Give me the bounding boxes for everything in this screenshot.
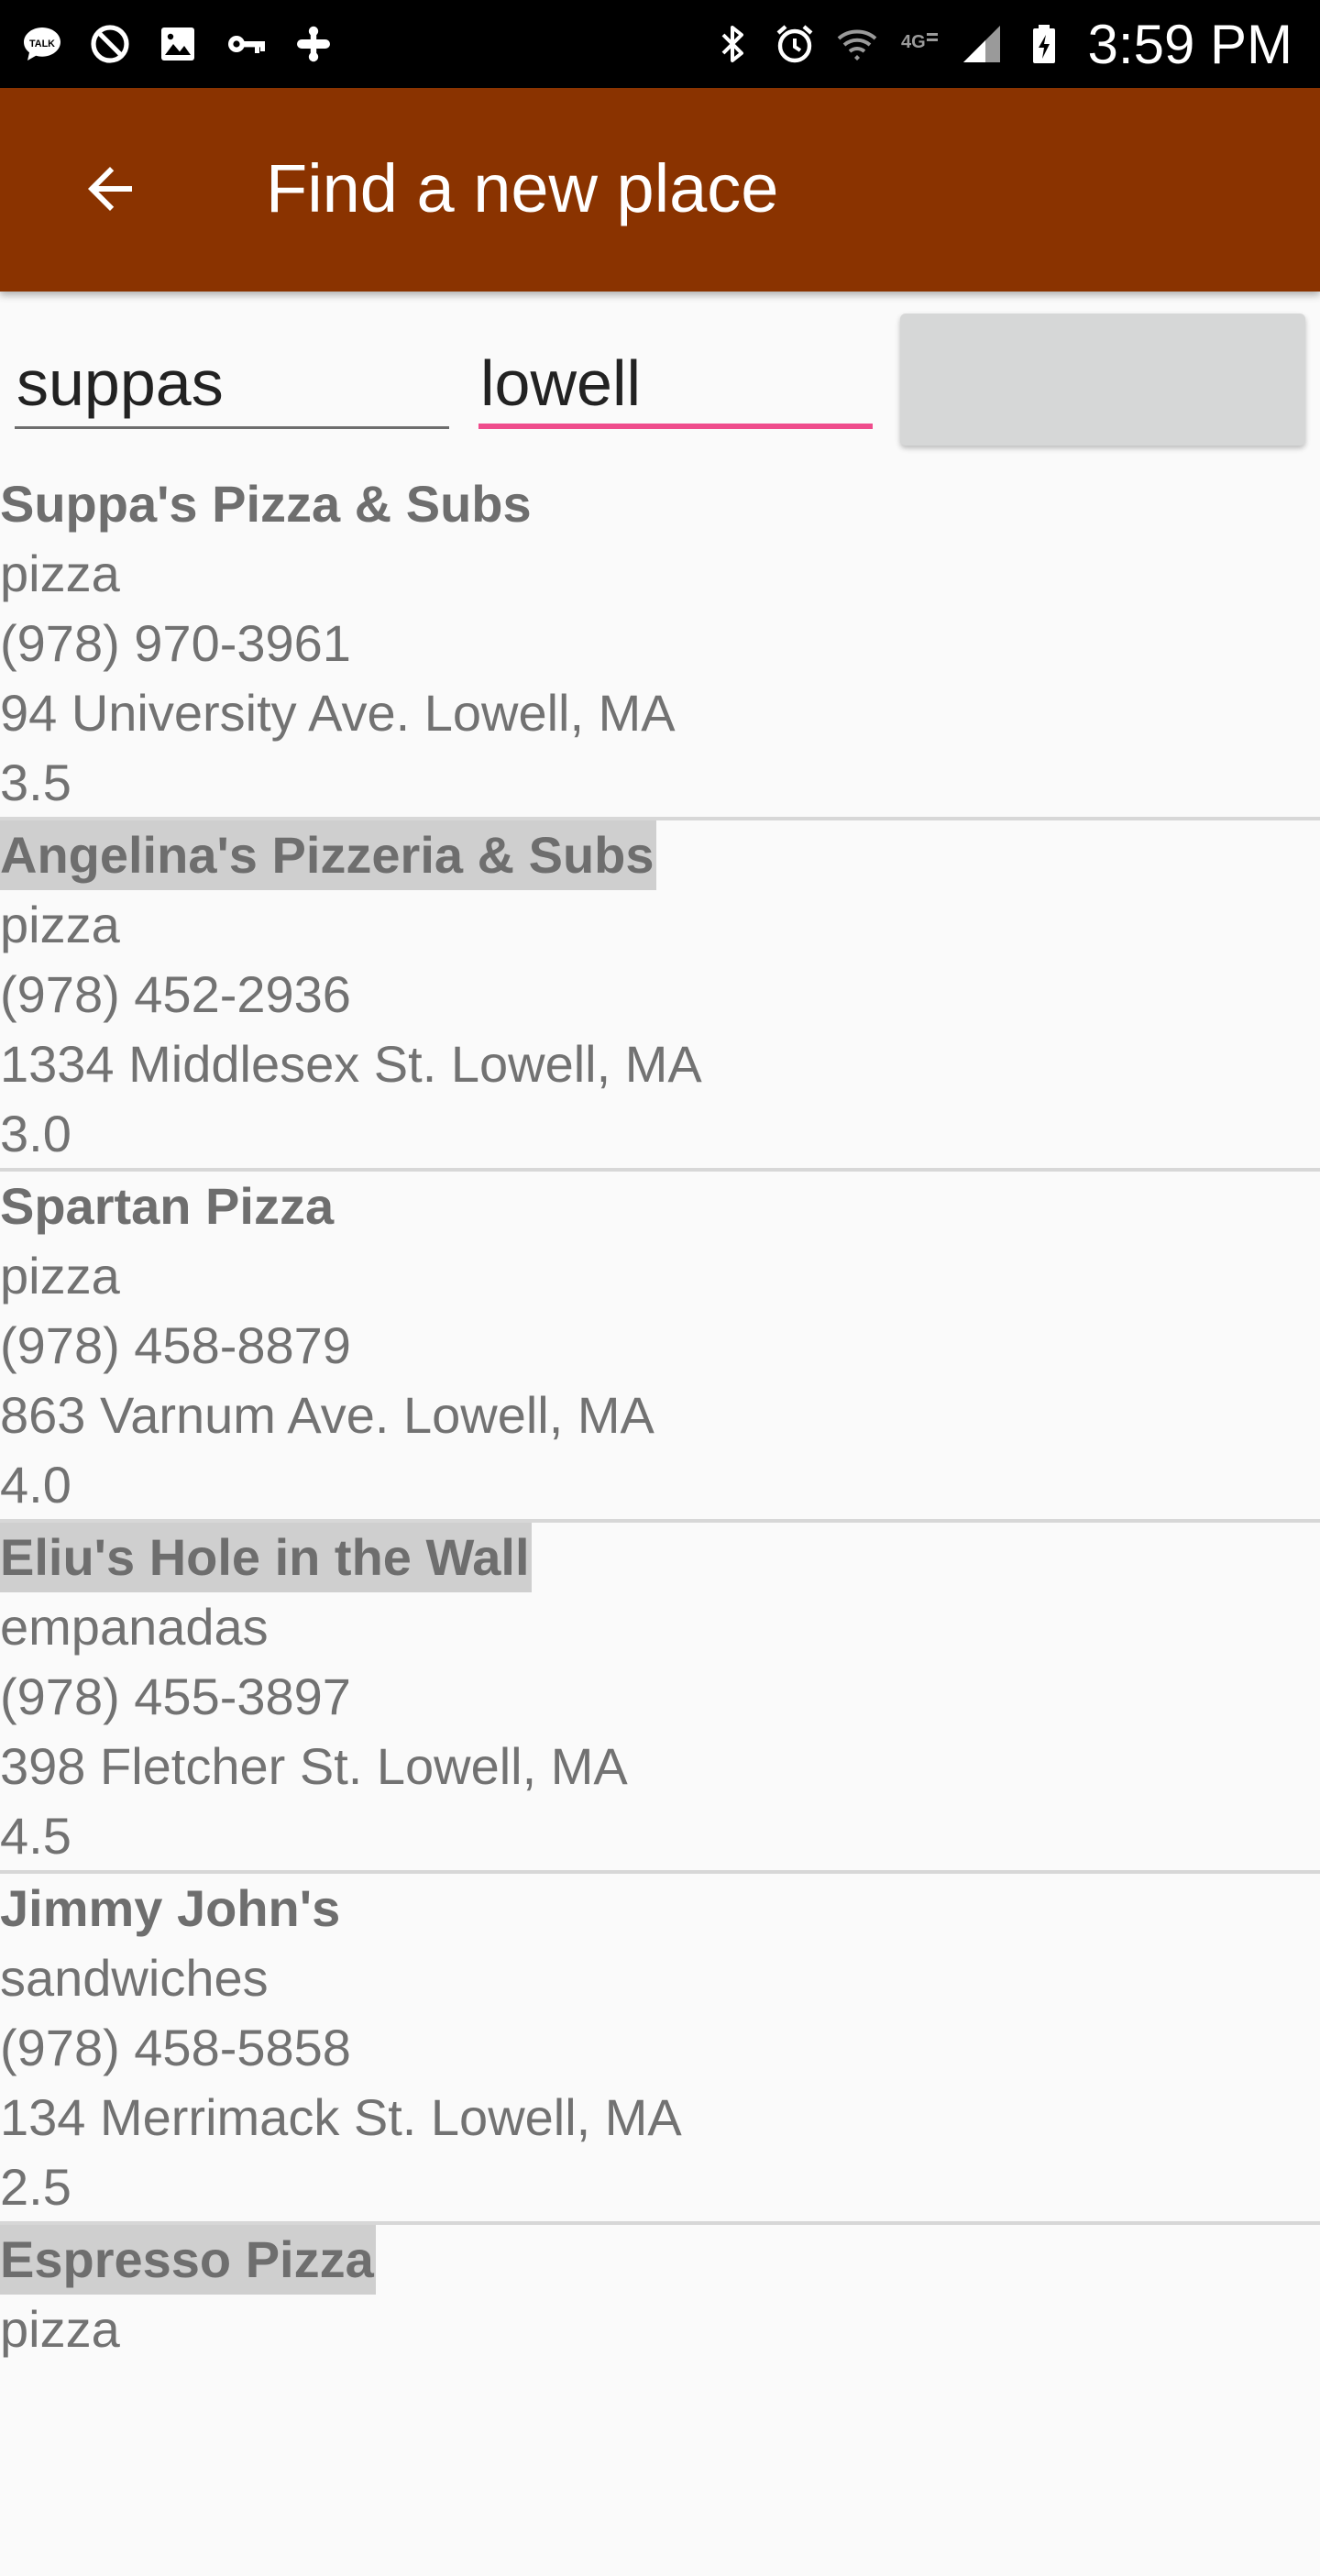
results-list: Suppa's Pizza & Subs pizza (978) 970-396… xyxy=(0,469,1320,2576)
place-phone: (978) 458-8879 xyxy=(0,1316,351,1374)
place-category: pizza xyxy=(0,2300,120,2358)
place-name: Spartan Pizza xyxy=(0,1177,335,1235)
wifi-icon xyxy=(833,20,881,68)
place-rating: 4.5 xyxy=(0,1807,72,1865)
block-icon xyxy=(86,20,134,68)
search-row: suppas lowell xyxy=(0,292,1320,466)
bluetooth-icon xyxy=(709,20,756,68)
place-name: Suppa's Pizza & Subs xyxy=(0,475,532,533)
list-item[interactable]: Espresso Pizza pizza xyxy=(0,2225,1320,2576)
place-name: Espresso Pizza xyxy=(0,2225,376,2295)
place-name: Angelina's Pizzeria & Subs xyxy=(0,820,656,890)
place-category: empanadas xyxy=(0,1598,269,1656)
svg-text:4G: 4G xyxy=(901,32,926,52)
signal-icon xyxy=(958,20,1006,68)
image-icon xyxy=(154,20,202,68)
alarm-icon xyxy=(771,20,819,68)
list-item[interactable]: Jimmy John's sandwiches (978) 458-5858 1… xyxy=(0,1874,1320,2225)
app-bar: Find a new place xyxy=(0,88,1320,292)
place-phone: (978) 970-3961 xyxy=(0,614,351,672)
place-address: 94 University Ave. Lowell, MA xyxy=(0,684,676,742)
svg-text:TALK: TALK xyxy=(29,39,55,50)
status-time: 3:59 PM xyxy=(1087,13,1292,75)
back-button[interactable] xyxy=(55,134,165,244)
place-phone: (978) 455-3897 xyxy=(0,1668,351,1725)
place-category: sandwiches xyxy=(0,1949,269,2007)
place-category: pizza xyxy=(0,545,120,602)
search-name-input[interactable]: suppas xyxy=(15,337,449,429)
search-location-input[interactable]: lowell xyxy=(478,337,873,429)
place-name: Eliu's Hole in the Wall xyxy=(0,1523,532,1592)
list-item[interactable]: Spartan Pizza pizza (978) 458-8879 863 V… xyxy=(0,1172,1320,1523)
plus-cross-icon xyxy=(290,20,337,68)
status-system-icons: 4G 3:59 PM xyxy=(709,13,1292,75)
place-category: pizza xyxy=(0,1247,120,1305)
place-rating: 3.0 xyxy=(0,1105,72,1162)
place-rating: 4.0 xyxy=(0,1456,72,1514)
place-address: 863 Varnum Ave. Lowell, MA xyxy=(0,1386,654,1444)
arrow-back-icon xyxy=(88,167,132,211)
key-icon xyxy=(222,20,270,68)
place-category: pizza xyxy=(0,896,120,953)
place-name: Jimmy John's xyxy=(0,1879,341,1937)
list-item[interactable]: Eliu's Hole in the Wall empanadas (978) … xyxy=(0,1523,1320,1874)
place-address: 1334 Middlesex St. Lowell, MA xyxy=(0,1035,702,1093)
list-item[interactable]: Angelina's Pizzeria & Subs pizza (978) 4… xyxy=(0,820,1320,1172)
place-rating: 2.5 xyxy=(0,2158,72,2216)
battery-charging-icon xyxy=(1020,20,1068,68)
talk-icon: TALK xyxy=(18,20,66,68)
status-bar: TALK 4G 3:59 PM xyxy=(0,0,1320,88)
place-phone: (978) 458-5858 xyxy=(0,2019,351,2076)
4g-lte-icon: 4G xyxy=(896,20,943,68)
place-address: 134 Merrimack St. Lowell, MA xyxy=(0,2088,682,2146)
place-address: 398 Fletcher St. Lowell, MA xyxy=(0,1737,628,1795)
place-phone: (978) 452-2936 xyxy=(0,965,351,1023)
list-item[interactable]: Suppa's Pizza & Subs pizza (978) 970-396… xyxy=(0,469,1320,820)
search-button[interactable] xyxy=(900,314,1305,446)
status-notification-icons: TALK xyxy=(18,17,337,72)
page-title: Find a new place xyxy=(266,150,779,226)
place-rating: 3.5 xyxy=(0,754,72,811)
